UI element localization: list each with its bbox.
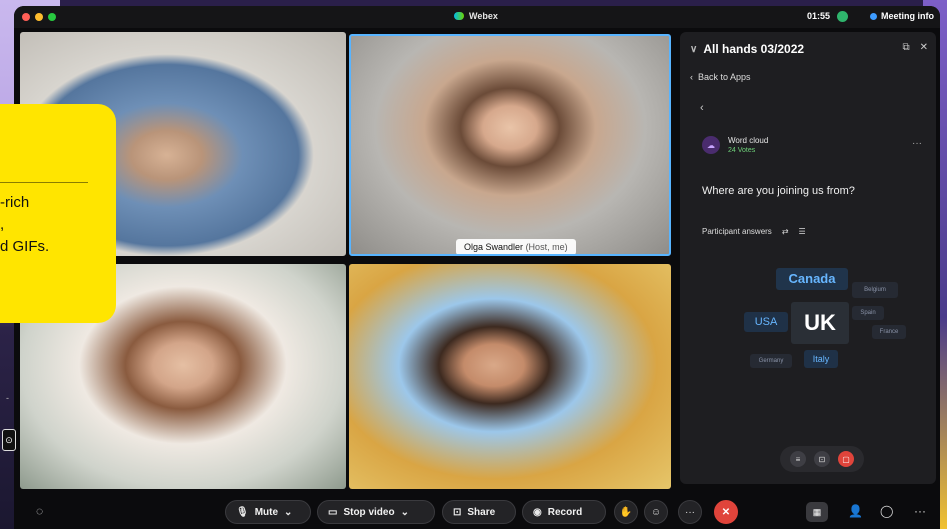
shuffle-icon[interactable]: ⇄ [782, 227, 789, 236]
record-button[interactable]: ◉ Record [522, 500, 606, 524]
layout-icon[interactable]: ◌ [36, 504, 43, 518]
participant-answers-row: Participant answers ⇄ ☰ [702, 227, 806, 236]
word-france: France [872, 325, 906, 339]
host-name: Olga Swandler [464, 242, 524, 252]
record-label: Record [547, 506, 583, 518]
share-label: Share [467, 506, 496, 518]
promo-line-1: -rich [0, 194, 30, 211]
chevron-left-icon: ‹ [690, 72, 693, 82]
chevron-down-icon: ∨ [690, 43, 698, 55]
word-cloud-title: Word cloud [728, 136, 769, 145]
back-button[interactable]: ‹ [700, 102, 704, 114]
word-uk: UK [791, 302, 849, 344]
microphone-icon: 🎙 [236, 506, 249, 518]
maximize-window-button[interactable] [48, 13, 56, 21]
window-controls [22, 13, 56, 21]
host-name-tag: Olga Swandler (Host, me) [456, 239, 576, 254]
more-options-button[interactable]: ··· [678, 500, 702, 524]
reactions-button[interactable]: ☺ [644, 500, 668, 524]
raise-hand-button[interactable]: ✋ [614, 500, 638, 524]
poll-question: Where are you joining us from? [702, 185, 855, 197]
apps-button[interactable]: ▦ [806, 502, 828, 522]
word-belgium: Belgium [852, 282, 898, 298]
share-screen-icon: ⊡ [453, 506, 462, 518]
webex-logo-icon [454, 12, 464, 20]
promo-text: -rich , d GIFs. [0, 192, 49, 258]
panel-actions: ⧉ ✕ [902, 42, 928, 53]
close-window-button[interactable] [22, 13, 30, 21]
video-tile-participant-4[interactable] [349, 264, 671, 489]
promo-line-3: d GIFs. [0, 238, 50, 255]
minimize-window-button[interactable] [35, 13, 43, 21]
word-usa: USA [744, 312, 788, 332]
results-icon[interactable]: ≡ [790, 451, 806, 467]
chevron-down-icon[interactable]: ⌄ [284, 507, 292, 518]
word-italy: Italy [804, 350, 838, 368]
promo-line-2: , [0, 216, 5, 233]
participants-icon[interactable]: 👤 [848, 504, 863, 518]
mute-label: Mute [254, 506, 279, 518]
info-icon [870, 12, 877, 20]
promo-callout: -rich , d GIFs. [0, 104, 116, 323]
host-role: (Host, me) [525, 242, 568, 252]
word-spain: Spain [852, 306, 884, 320]
meeting-timer: 01:55 [807, 11, 831, 21]
webex-window: Webex 01:55 Meeting info Olga Swandler (… [14, 6, 940, 529]
word-canada: Canada [776, 268, 848, 290]
meeting-toolbar: ◌ 🎙 Mute ⌄ ▭ Stop video ⌄ ⊡ Share ◉ Reco… [14, 494, 940, 529]
record-icon: ◉ [533, 506, 542, 518]
side-control-button[interactable]: ⊙ [2, 429, 16, 451]
more-options-icon[interactable]: ··· [912, 138, 922, 149]
chevron-down-icon[interactable]: ⌄ [401, 507, 409, 518]
meeting-info-label: Meeting info [881, 11, 934, 21]
status-indicator-icon [837, 11, 848, 22]
word-cloud-icon: ☁ [702, 136, 720, 154]
meeting-info-button[interactable]: Meeting info [870, 11, 934, 21]
title-bar: Webex 01:55 Meeting info [14, 6, 940, 28]
list-icon[interactable]: ☰ [799, 227, 806, 236]
word-germany: Germany [750, 354, 792, 368]
end-call-button[interactable]: ✕ [714, 500, 738, 524]
stop-icon[interactable]: ▢ [838, 451, 854, 467]
stop-video-label: Stop video [343, 506, 395, 518]
word-cloud-header: ☁ Word cloud 24 Votes [702, 136, 768, 154]
video-tile-host[interactable]: Olga Swandler (Host, me) [349, 34, 671, 256]
back-to-apps-label: Back to Apps [698, 72, 751, 82]
pop-out-icon[interactable]: ⧉ [902, 42, 909, 53]
share-button[interactable]: ⊡ Share [442, 500, 516, 524]
chat-icon[interactable]: ◯ [880, 504, 893, 518]
votes-count: 24 Votes [728, 147, 756, 154]
camera-icon: ▭ [328, 506, 338, 518]
panel-title: All hands 03/2022 [703, 42, 805, 56]
more-icon[interactable]: ··· [914, 504, 926, 518]
mute-button[interactable]: 🎙 Mute ⌄ [225, 500, 311, 524]
poll-controls: ≡ ⊡ ▢ [780, 446, 864, 472]
close-icon[interactable]: ✕ [920, 42, 928, 53]
promo-divider [0, 182, 88, 183]
stop-video-button[interactable]: ▭ Stop video ⌄ [317, 500, 435, 524]
app-title: Webex [454, 11, 498, 21]
app-title-text: Webex [469, 11, 498, 21]
back-to-apps-link[interactable]: ‹ Back to Apps [690, 72, 751, 82]
participant-answers-label: Participant answers [702, 227, 772, 236]
side-divider: - [6, 393, 9, 403]
panel-header[interactable]: ∨ All hands 03/2022 [690, 42, 804, 56]
lock-icon[interactable]: ⊡ [814, 451, 830, 467]
apps-panel: ∨ All hands 03/2022 ⧉ ✕ ‹ Back to Apps ‹… [680, 32, 936, 484]
